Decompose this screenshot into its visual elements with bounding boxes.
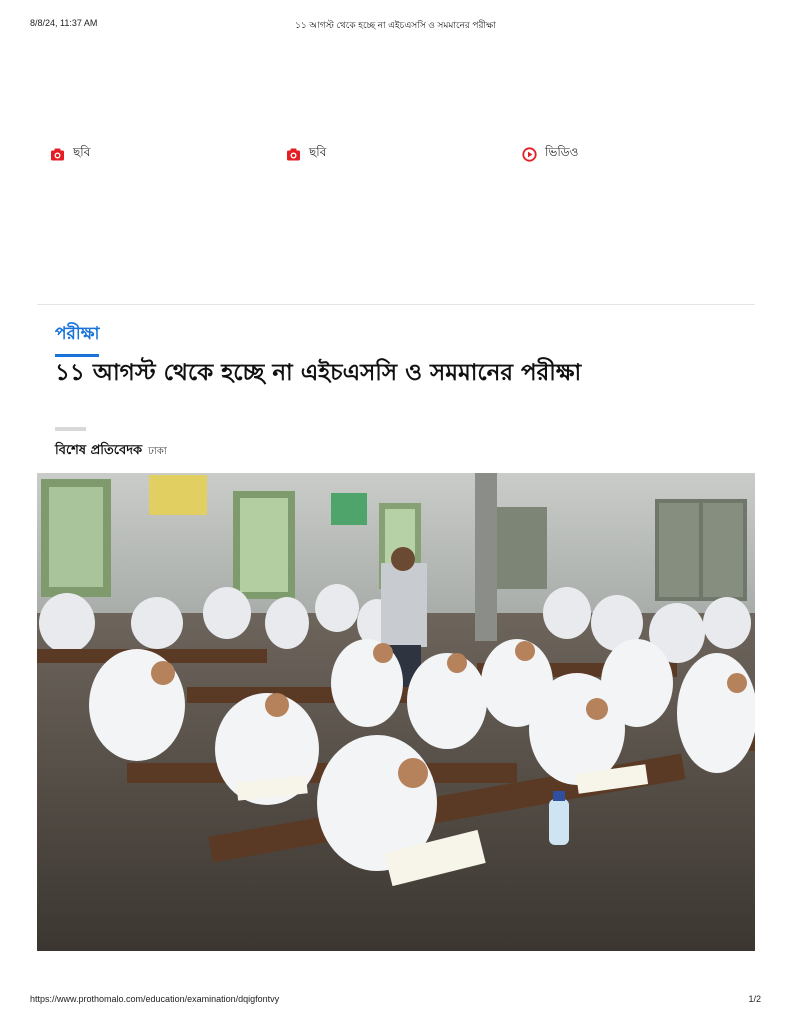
print-url: https://www.prothomalo.com/education/exa… <box>30 994 280 1004</box>
category-link[interactable]: পরীক্ষা <box>55 321 100 357</box>
author-avatar-placeholder <box>55 427 86 431</box>
media-tab-photo-2[interactable]: ছবি <box>286 144 326 164</box>
print-page-number: 1/2 <box>748 994 761 1004</box>
media-tab-label: ভিডিও <box>545 145 579 159</box>
media-tabs: ছবি ছবি ভিডিও <box>50 144 750 164</box>
camera-icon <box>50 147 65 162</box>
play-circle-icon <box>522 146 537 162</box>
media-tab-video[interactable]: ভিডিও <box>522 144 578 164</box>
author-name[interactable]: বিশেষ প্রতিবেদক <box>55 443 142 458</box>
media-tab-photo-1[interactable]: ছবি <box>50 144 90 164</box>
print-footer: https://www.prothomalo.com/education/exa… <box>30 994 761 1008</box>
article-hero-photo <box>37 473 755 951</box>
section-divider <box>37 304 755 305</box>
camera-icon <box>286 147 301 162</box>
byline: বিশেষ প্রতিবেদক ঢাকা <box>55 442 167 461</box>
print-page-title: ১১ আগস্ট থেকে হচ্ছে না এইচএসসি ও সমমানের… <box>295 20 496 30</box>
dateline-location: ঢাকা <box>148 446 167 457</box>
media-tab-label: ছবি <box>73 145 91 159</box>
print-header: 8/8/24, 11:37 AM ১১ আগস্ট থেকে হচ্ছে না … <box>30 18 761 32</box>
media-tab-label: ছবি <box>309 145 327 159</box>
article-headline: ১১ আগস্ট থেকে হচ্ছে না এইচএসসি ও সমমানের… <box>55 360 582 386</box>
